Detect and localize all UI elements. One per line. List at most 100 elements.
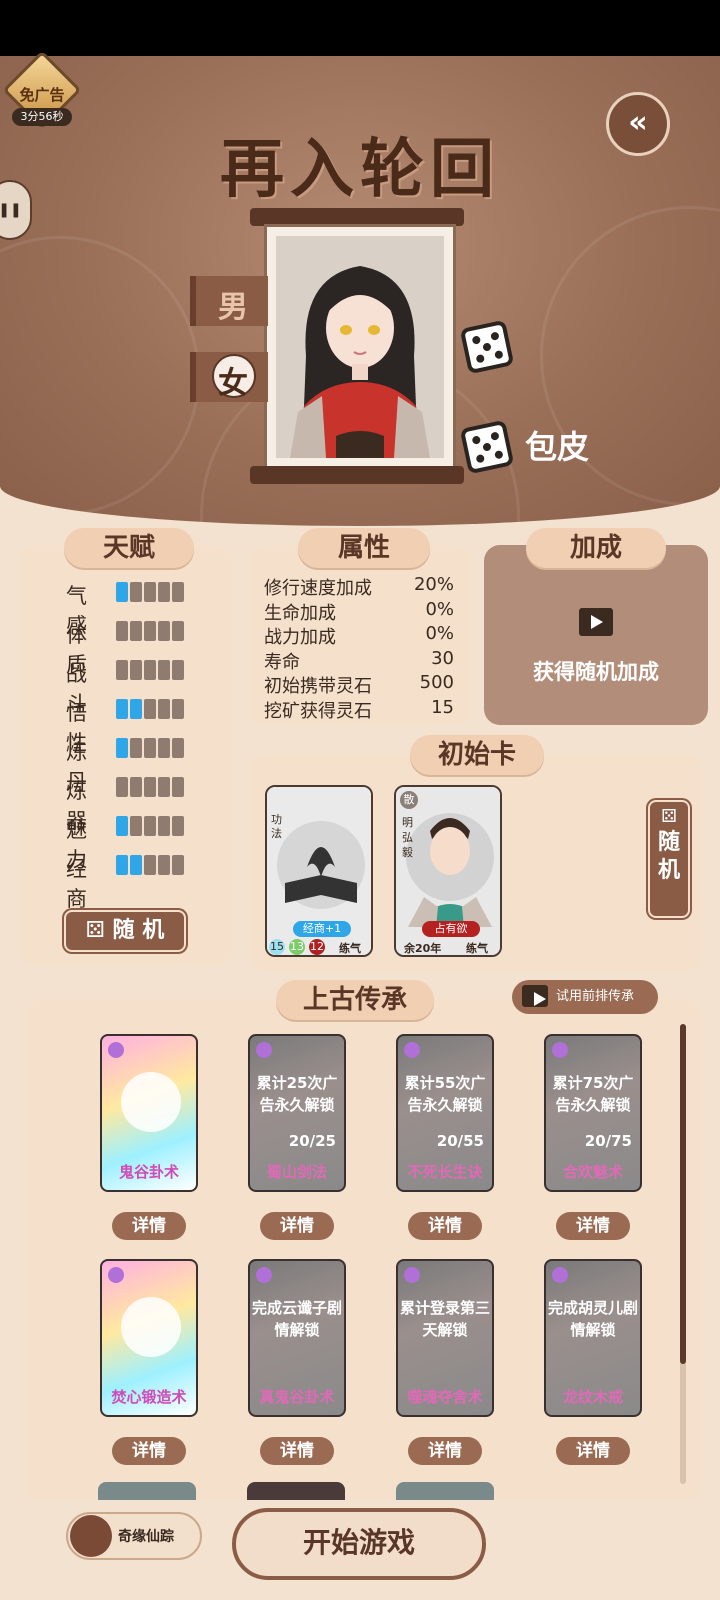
attribute-value: 15 [431,696,454,718]
companion-stage: 练气 [466,942,488,955]
card-stat-2: 13 [289,939,305,955]
element-icon [256,1042,272,1058]
legacy-card[interactable]: 焚心锻造术 [100,1259,198,1417]
legacy-detail-button[interactable]: 详情 [260,1437,334,1465]
start-game-label: 开始游戏 [302,1526,415,1559]
legacy-detail-button[interactable]: 详情 [112,1437,186,1465]
attributes-tab: 属性 [298,528,430,568]
legacy-name: 焚心锻造术 [111,1388,187,1406]
legacy-card[interactable]: 累计55次广告永久解锁 20/55 不死长生诀 [396,1034,494,1192]
talent-level-bar [116,738,196,758]
legacy-detail-button[interactable]: 详情 [408,1212,482,1240]
legacy-detail-button[interactable]: 详情 [112,1212,186,1240]
legacy-detail-button[interactable]: 详情 [408,1437,482,1465]
remove-ads-label: 免广告 [19,86,65,104]
element-icon [552,1042,568,1058]
companion-card[interactable]: 散 明弘毅 占有欲 余20年 练气 [394,785,502,957]
legacy-card-partial [98,1482,196,1500]
legacy-card-partial [247,1482,345,1500]
attribute-name: 挖矿获得灵石 [264,700,372,722]
trial-legacy-button[interactable]: 试用前排传承 [512,980,658,1014]
talent-level-segment [116,777,128,797]
legacy-name: 龙纹木戒 [562,1388,623,1406]
talent-level-segment [158,816,170,836]
start-game-button[interactable]: 开始游戏 [232,1508,486,1580]
legacy-name: 鬼谷卦术 [118,1163,179,1181]
talent-level-segment [130,699,142,719]
legacy-scroll-thumb[interactable] [680,1024,686,1364]
character-portrait[interactable] [276,236,444,458]
unlock-progress: 20/25 [288,1132,336,1150]
trial-legacy-label: 试用前排传承 [556,989,635,1004]
unlock-condition: 累计75次广告永久解锁 [552,1074,634,1114]
talent-level-segment [172,738,184,758]
gender-female-button[interactable]: 女 [190,352,268,402]
talent-level-segment [116,855,128,875]
dice-icon: ⚄ [661,806,677,827]
skill-card[interactable]: 功法 经商+1 15 13 12 练气 [265,785,373,957]
side-toggle-button[interactable]: ❚❚ [0,180,32,240]
companion-trait: 占有欲 [422,921,480,937]
gender-male-button[interactable]: 男 [190,276,268,326]
element-icon [552,1267,568,1283]
pause-icon: ❚❚ [0,202,22,218]
attribute-name: 生命加成 [264,602,336,624]
talent-level-bar [116,582,196,602]
legacy-card[interactable]: 鬼谷卦术 [100,1034,198,1192]
skin-label[interactable]: 包皮 [525,422,589,468]
talent-level-segment [172,660,184,680]
talent-level-segment [130,660,142,680]
talent-level-bar [116,699,196,719]
unlock-condition: 累计25次广告永久解锁 [256,1074,338,1114]
qiyuan-button[interactable]: 奇缘仙踪 [66,1512,202,1560]
card-type-label: 功法 [271,813,282,840]
unlock-condition: 完成云谶子剧情解锁 [252,1299,343,1339]
talent-level-segment [144,621,156,641]
legacy-name: 不死长生诀 [407,1163,483,1181]
element-icon [108,1267,124,1283]
talent-level-segment [144,816,156,836]
legacy-detail-button[interactable]: 详情 [556,1212,630,1240]
card-stage: 练气 [339,942,361,955]
talent-level-segment [144,582,156,602]
status-bar [0,0,720,56]
ad-timer: 3分56秒 [12,108,72,126]
random-skin-dice-icon[interactable] [459,419,515,475]
talent-level-segment [116,816,128,836]
talent-level-segment [144,777,156,797]
talent-label: 经商 [66,857,87,911]
legacy-card[interactable]: 完成云谶子剧情解锁真鬼谷卦术 [248,1259,346,1417]
talent-level-segment [144,738,156,758]
talent-tab: 天赋 [64,528,194,568]
legacy-card[interactable]: 完成胡灵儿剧情解锁 龙纹木戒 [544,1259,642,1417]
attribute-value: 500 [419,672,454,693]
back-button[interactable]: « [606,92,670,156]
attribute-name: 初始携带灵石 [264,676,372,697]
element-icon [404,1042,420,1058]
remove-ads-badge[interactable]: 免广告 3分56秒 [2,50,82,130]
element-icon [108,1042,124,1058]
legacy-detail-button[interactable]: 详情 [556,1437,630,1465]
element-icon [404,1267,420,1283]
legacy-name: 合欢魅术 [562,1163,623,1181]
talent-level-bar [116,621,196,641]
legacy-card-partial [396,1482,494,1500]
attribute-name: 战力加成 [264,627,336,648]
element-icon [256,1267,272,1283]
talent-level-segment [130,582,142,602]
talent-level-segment [144,660,156,680]
talent-level-segment [172,777,184,797]
legacy-card[interactable]: 累计75次广告永久解锁 20/75 合欢魅术 [544,1034,642,1192]
qiyuan-label: 奇缘仙踪 [118,1529,174,1545]
random-button-label: 随 机 [112,918,165,943]
legacy-card[interactable]: 累计登录第三天解锁 噬魂夺舍术 [396,1259,494,1417]
initial-cards-random-button[interactable]: ⚄ 随机 [648,800,690,918]
unlock-progress: 20/55 [436,1132,484,1150]
talent-level-segment [172,816,184,836]
legacy-name: 真鬼谷卦术 [259,1388,335,1406]
legacy-detail-button[interactable]: 详情 [260,1212,334,1240]
talent-random-button[interactable]: ⚄ 随 机 [64,910,186,952]
legacy-card[interactable]: 累计25次广告永久解锁 20/25 蜀山剑法 [248,1034,346,1192]
random-face-dice-icon[interactable] [459,319,515,375]
talent-level-segment [158,738,170,758]
